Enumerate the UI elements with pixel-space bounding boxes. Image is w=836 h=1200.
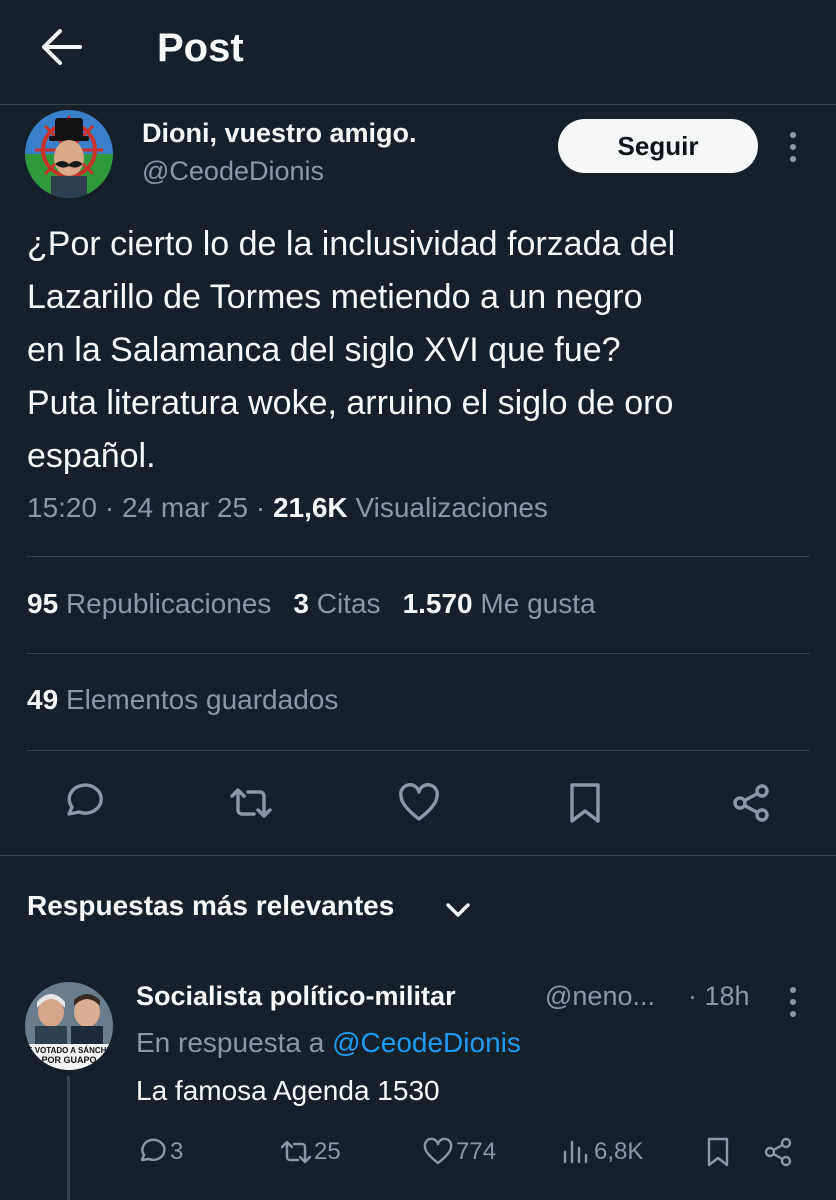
- header-divider: [0, 104, 836, 105]
- reply-time[interactable]: · 18h: [688, 981, 750, 1012]
- reply-like-action[interactable]: 774: [422, 1136, 496, 1168]
- chevron-down-icon[interactable]: [444, 898, 472, 922]
- reply-author-name[interactable]: Socialista político-militar: [136, 981, 456, 1012]
- page-title: Post: [157, 26, 244, 70]
- reply-time-value: 18h: [704, 981, 750, 1011]
- divider: [27, 653, 810, 654]
- follow-button[interactable]: Seguir: [558, 119, 758, 173]
- repost-icon[interactable]: [228, 780, 274, 826]
- reply-author-handle[interactable]: @neno...: [545, 981, 655, 1012]
- avatar-caption-top: HE VOTADO A SÁNCHEZ: [25, 1046, 113, 1055]
- tweet-date[interactable]: 24 mar 25: [122, 492, 248, 523]
- back-arrow-icon[interactable]: [40, 28, 82, 66]
- reply-reposts-count: 25: [314, 1138, 341, 1165]
- bookmarks-label: Elementos guardados: [65, 684, 339, 715]
- reply-separator: ·: [688, 981, 697, 1011]
- repost-icon: [280, 1140, 312, 1164]
- reply-to-handle[interactable]: @CeodeDionis: [332, 1027, 521, 1058]
- tweet-time[interactable]: 15:20: [27, 492, 97, 523]
- share-icon: [764, 1137, 792, 1167]
- top-bar: Post: [0, 0, 836, 104]
- reply-repost-action[interactable]: 25: [280, 1136, 341, 1168]
- bookmark-icon[interactable]: [562, 780, 608, 826]
- divider: [27, 556, 810, 557]
- engagement-stats: 95 Republicaciones 3 Citas 1.570 Me gusta: [27, 588, 596, 620]
- bookmarks-stat[interactable]: 49 Elementos guardados: [27, 684, 338, 716]
- bookmarks-count: 49: [27, 684, 59, 715]
- reply-views-count: 6,8K: [594, 1138, 644, 1165]
- views-label: Visualizaciones: [355, 492, 548, 523]
- likes-label: Me gusta: [480, 588, 596, 619]
- views-icon: [563, 1140, 588, 1164]
- reply-bookmark-action[interactable]: [702, 1136, 734, 1168]
- reply-avatar[interactable]: HE VOTADO A SÁNCHEZ POR GUAPO: [25, 982, 113, 1070]
- bookmark-icon: [707, 1137, 729, 1167]
- author-avatar[interactable]: [25, 110, 113, 198]
- divider: [27, 750, 810, 751]
- like-icon: [423, 1137, 453, 1165]
- author-handle[interactable]: @CeodeDionis: [142, 156, 324, 187]
- reply-share-action[interactable]: [762, 1136, 794, 1168]
- quotes-stat[interactable]: 3 Citas: [293, 588, 380, 619]
- avatar-caption-bottom: POR GUAPO: [41, 1055, 96, 1065]
- share-icon[interactable]: [728, 780, 774, 826]
- tweet-meta: 15:20 · 24 mar 25 · 21,6K Visualizacione…: [27, 492, 548, 524]
- reply-to-line: En respuesta a @CeodeDionis: [136, 1027, 521, 1059]
- likes-count: 1.570: [402, 588, 473, 619]
- thread-line: [67, 1076, 70, 1200]
- likes-stat[interactable]: 1.570 Me gusta: [403, 588, 596, 619]
- quotes-label: Citas: [316, 588, 381, 619]
- reply-to-prefix: En respuesta a: [136, 1027, 325, 1058]
- reply-icon[interactable]: [60, 780, 106, 826]
- reply-more-options-icon[interactable]: [783, 985, 803, 1019]
- quotes-count: 3: [293, 588, 309, 619]
- meta-separator: ·: [104, 492, 115, 523]
- reposts-stat[interactable]: 95 Republicaciones: [27, 588, 271, 619]
- reply-views-action[interactable]: 6,8K: [560, 1136, 643, 1168]
- more-options-icon[interactable]: [783, 130, 803, 164]
- section-divider: [0, 855, 836, 856]
- tweet-text: ¿Por cierto lo de la inclusividad forzad…: [27, 225, 676, 475]
- reply-text: La famosa Agenda 1530: [136, 1075, 440, 1106]
- replies-sort-label[interactable]: Respuestas más relevantes: [27, 890, 394, 922]
- views-count: 21,6K: [272, 492, 348, 523]
- reposts-label: Republicaciones: [65, 588, 272, 619]
- reply-icon: [140, 1138, 166, 1162]
- reply-reply-action[interactable]: 3: [136, 1136, 183, 1168]
- reposts-count: 95: [27, 588, 59, 619]
- author-name[interactable]: Dioni, vuestro amigo.: [142, 118, 417, 149]
- like-icon[interactable]: [396, 780, 442, 826]
- reply-replies-count: 3: [170, 1138, 184, 1165]
- reply-likes-count: 774: [456, 1138, 497, 1165]
- meta-separator: ·: [255, 492, 266, 523]
